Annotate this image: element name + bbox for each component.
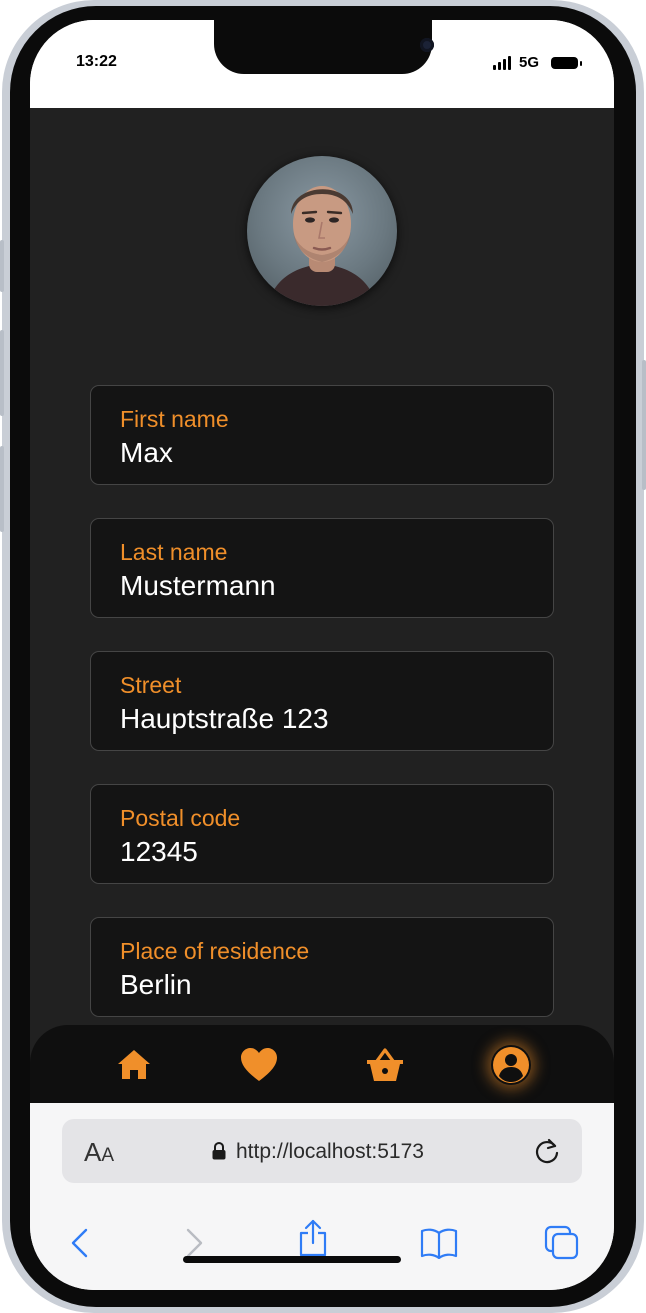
first-name-field[interactable]: First name Max (90, 385, 554, 485)
nav-favorites[interactable] (239, 1045, 279, 1085)
side-button (0, 330, 4, 416)
bookmarks-icon[interactable] (420, 1227, 458, 1259)
status-time: 13:22 (76, 53, 117, 70)
share-icon[interactable] (298, 1219, 328, 1257)
residence-value[interactable]: Berlin (120, 969, 192, 1001)
lock-icon (212, 1142, 226, 1160)
first-name-label: First name (120, 406, 229, 432)
postal-code-field[interactable]: Postal code 12345 (90, 784, 554, 884)
side-button (0, 240, 4, 292)
tabs-icon[interactable] (544, 1225, 580, 1261)
user-portrait-icon (267, 186, 377, 306)
postal-code-label: Postal code (120, 805, 241, 831)
nav-home[interactable] (114, 1045, 154, 1085)
nav-basket[interactable] (365, 1045, 405, 1085)
residence-field[interactable]: Place of residence Berlin (90, 917, 554, 1017)
basket-icon (367, 1048, 403, 1081)
url-text[interactable]: http://localhost:5173 (236, 1140, 424, 1164)
nav-profile[interactable] (491, 1045, 531, 1085)
bottom-nav (30, 1025, 614, 1103)
profile-page: First name Max Last name Mustermann Stre… (30, 108, 614, 1103)
street-value[interactable]: Hauptstraße 123 (120, 703, 329, 735)
street-label: Street (120, 672, 182, 698)
phone-screen: 13:22 5G First name Max Last name Muster… (30, 20, 614, 1290)
text-size-label: AA (84, 1137, 115, 1167)
address-bar[interactable]: AA http://localhost:5173 (62, 1119, 582, 1183)
reload-icon[interactable] (532, 1136, 562, 1166)
side-button (642, 360, 646, 490)
profile-avatar[interactable] (247, 156, 397, 306)
notch (214, 20, 434, 74)
network-type: 5G (519, 54, 540, 71)
forward-icon[interactable] (182, 1227, 206, 1259)
last-name-field[interactable]: Last name Mustermann (90, 518, 554, 618)
home-icon (118, 1050, 150, 1079)
signal-icon (493, 56, 515, 70)
first-name-value[interactable]: Max (120, 437, 173, 469)
side-button (0, 446, 4, 532)
heart-icon (241, 1048, 277, 1081)
back-icon[interactable] (68, 1227, 92, 1259)
last-name-label: Last name (120, 539, 228, 565)
home-indicator[interactable] (183, 1256, 401, 1263)
postal-code-value[interactable]: 12345 (120, 836, 198, 868)
last-name-value[interactable]: Mustermann (120, 570, 276, 602)
status-bar: 13:22 5G (30, 20, 614, 108)
street-field[interactable]: Street Hauptstraße 123 (90, 651, 554, 751)
residence-label: Place of residence (120, 938, 310, 964)
front-camera (420, 38, 434, 52)
text-size-button[interactable]: AA (84, 1137, 114, 1168)
battery-icon (551, 57, 582, 69)
profile-icon (493, 1047, 529, 1083)
